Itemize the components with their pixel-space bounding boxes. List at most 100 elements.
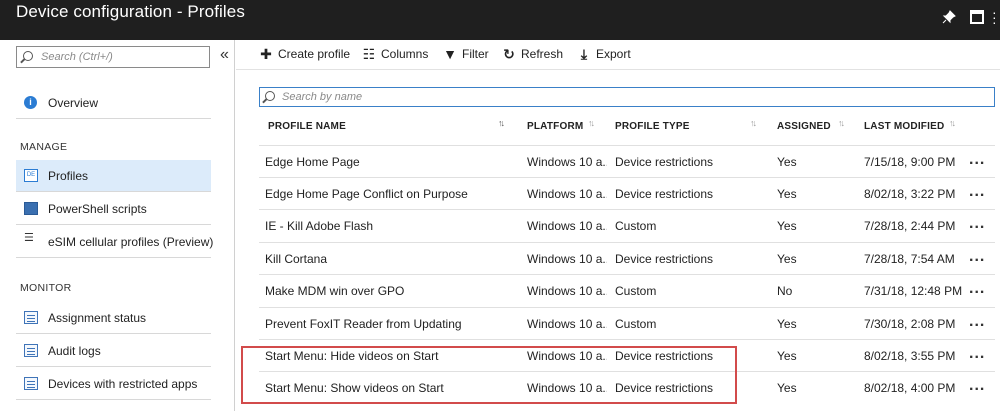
last-modified-cell: 7/28/18, 7:54 AM <box>864 252 955 266</box>
table-row[interactable]: Kill Cortana Windows 10 a... Device rest… <box>259 242 995 274</box>
last-modified-cell: 8/02/18, 3:55 PM <box>864 349 956 363</box>
document-icon <box>24 344 38 357</box>
sidebar-item-label: Audit logs <box>48 344 101 358</box>
sidebar-search[interactable] <box>16 46 210 68</box>
table-row[interactable]: Make MDM win over GPO Windows 10 a... Cu… <box>259 274 995 306</box>
profile-type-cell: Device restrictions <box>615 155 714 169</box>
column-header-profile-name[interactable]: PROFILE NAME <box>268 121 346 132</box>
table-row[interactable]: Edge Home Page Conflict on Purpose Windo… <box>259 177 995 209</box>
collapse-sidebar-icon[interactable]: « <box>220 46 229 64</box>
profile-name-cell: Edge Home Page Conflict on Purpose <box>265 187 468 201</box>
last-modified-cell: 8/02/18, 4:00 PM <box>864 381 956 395</box>
more-options-icon[interactable]: ... <box>969 377 985 395</box>
platform-cell: Windows 10 a... <box>527 219 607 233</box>
sidebar-item-audit-logs[interactable]: Audit logs <box>16 335 211 367</box>
more-options-icon[interactable]: ... <box>969 151 985 169</box>
profile-name-cell: IE - Kill Adobe Flash <box>265 219 374 233</box>
table-row[interactable]: Prevent FoxIT Reader from Updating Windo… <box>259 307 995 339</box>
more-options-icon[interactable]: ... <box>969 248 985 266</box>
last-modified-cell: 8/02/18, 3:22 PM <box>864 187 956 201</box>
sidebar-item-restricted-apps[interactable]: Devices with restricted apps <box>16 368 211 400</box>
sort-icon[interactable]: ↑↓ <box>838 118 845 128</box>
profile-name-cell: Edge Home Page <box>265 155 360 169</box>
sidebar-item-label: Overview <box>48 96 99 110</box>
create-profile-button[interactable]: ✚ Create profile <box>258 46 350 64</box>
download-icon: ⤓ <box>580 45 588 62</box>
profile-type-cell: Custom <box>615 219 657 233</box>
sidebar-item-esim-profiles[interactable]: ☰ eSIM cellular profiles (Preview) <box>16 226 214 258</box>
profile-type-cell: Device restrictions <box>615 187 714 201</box>
platform-cell: Windows 10 a... <box>527 155 607 169</box>
export-button[interactable]: ⤓ Export <box>576 46 631 64</box>
profile-type-cell: Custom <box>615 284 657 298</box>
highlight-annotation <box>241 346 737 404</box>
sort-icon[interactable]: ↑↓ <box>750 118 757 128</box>
last-modified-cell: 7/28/18, 2:44 PM <box>864 219 956 233</box>
filter-button[interactable]: ▼ Filter <box>442 46 489 64</box>
assigned-cell: Yes <box>777 219 797 233</box>
section-label-manage: MANAGE <box>20 141 68 153</box>
search-by-name-input[interactable] <box>282 89 982 105</box>
sidebar-search-input[interactable] <box>41 49 206 65</box>
more-options-icon[interactable]: ... <box>969 183 985 201</box>
assigned-cell: No <box>777 284 793 298</box>
search-icon <box>23 51 33 61</box>
assigned-cell: Yes <box>777 187 797 201</box>
column-header-last-modified[interactable]: LAST MODIFIED <box>864 121 944 132</box>
table-row[interactable]: Edge Home Page Windows 10 a... Device re… <box>259 145 995 177</box>
sidebar-item-label: eSIM cellular profiles (Preview) <box>48 235 214 249</box>
columns-button[interactable]: ☷ Columns <box>361 45 429 64</box>
last-modified-cell: 7/15/18, 9:00 PM <box>864 155 956 169</box>
platform-cell: Windows 10 a... <box>527 187 607 201</box>
table-row[interactable]: IE - Kill Adobe Flash Windows 10 a... Cu… <box>259 209 995 241</box>
sidebar-item-label: Profiles <box>48 169 89 183</box>
profiles-icon: DE <box>24 169 38 182</box>
pin-icon[interactable] <box>942 10 956 24</box>
command-bar: ✚ Create profile ☷ Columns ▼ Filter ↻ Refres… <box>236 40 1000 70</box>
document-icon <box>24 311 38 324</box>
sidebar-item-overview[interactable]: i Overview <box>16 87 211 119</box>
sidebar: « i Overview MANAGE DE Profiles PowerShe… <box>0 40 235 411</box>
last-modified-cell: 7/30/18, 2:08 PM <box>864 317 956 331</box>
more-options-icon[interactable]: ... <box>969 215 985 233</box>
assigned-cell: Yes <box>777 155 797 169</box>
more-options-icon[interactable]: ... <box>969 313 985 331</box>
profile-name-cell: Make MDM win over GPO <box>265 284 405 298</box>
sidebar-item-assignment-status[interactable]: Assignment status <box>16 302 211 334</box>
more-options-icon[interactable]: ... <box>969 345 985 363</box>
sort-icon[interactable]: ↑↓ <box>949 118 956 128</box>
sidebar-item-profiles[interactable]: DE Profiles <box>16 160 211 192</box>
columns-icon: ☷ <box>362 45 376 62</box>
filter-icon: ▼ <box>443 45 457 62</box>
platform-cell: Windows 10 a... <box>527 252 607 266</box>
sort-ascending-icon[interactable]: ↑↓ <box>498 118 505 128</box>
column-header-platform[interactable]: PLATFORM <box>527 121 583 132</box>
search-icon <box>265 91 275 101</box>
plus-icon: ✚ <box>260 45 272 62</box>
search-by-name[interactable] <box>259 87 995 107</box>
assigned-cell: Yes <box>777 252 797 266</box>
info-icon: i <box>24 96 37 109</box>
more-vertical-icon[interactable]: · · · <box>992 5 1000 29</box>
sidebar-item-powershell-scripts[interactable]: PowerShell scripts <box>16 193 211 225</box>
more-options-icon[interactable]: ... <box>969 280 985 298</box>
sort-icon[interactable]: ↑↓ <box>588 118 595 128</box>
section-label-monitor: MONITOR <box>20 282 72 294</box>
profile-type-cell: Custom <box>615 317 657 331</box>
sidebar-item-label: Devices with restricted apps <box>48 377 198 391</box>
document-icon <box>24 377 38 390</box>
refresh-icon: ↻ <box>503 45 515 62</box>
column-header-assigned[interactable]: ASSIGNED <box>777 121 831 132</box>
powershell-icon <box>24 202 38 215</box>
platform-cell: Windows 10 a... <box>527 284 607 298</box>
sidebar-item-label: Assignment status <box>48 311 147 325</box>
platform-cell: Windows 10 a... <box>527 317 607 331</box>
sidebar-item-label: PowerShell scripts <box>48 202 147 216</box>
profile-name-cell: Kill Cortana <box>265 252 328 266</box>
checklist-icon: ☰ <box>24 232 34 244</box>
profile-name-cell: Prevent FoxIT Reader from Updating <box>265 317 462 331</box>
refresh-button[interactable]: ↻ Refresh <box>501 46 563 64</box>
assigned-cell: Yes <box>777 317 797 331</box>
maximize-icon[interactable] <box>970 10 984 24</box>
column-header-profile-type[interactable]: PROFILE TYPE <box>615 121 690 132</box>
